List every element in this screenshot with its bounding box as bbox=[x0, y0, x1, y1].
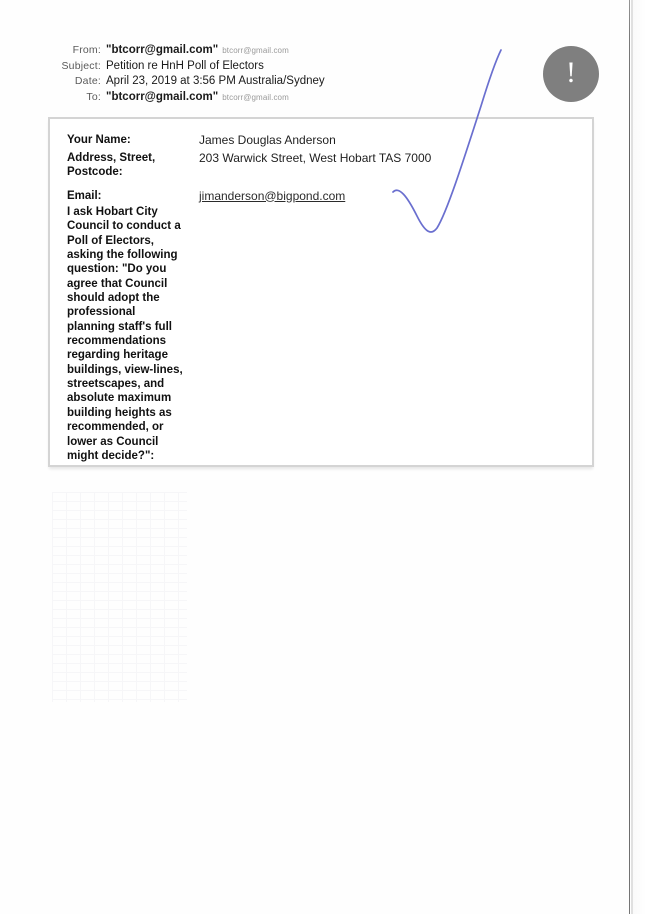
petition-form-content: Your Name: James Douglas Anderson Addres… bbox=[67, 133, 582, 463]
document-page: From: "btcorr@gmail.com" btcorr@gmail.co… bbox=[0, 0, 646, 914]
email-header-value-date: April 23, 2019 at 3:56 PM Australia/Sydn… bbox=[106, 75, 325, 87]
petition-line-10: regarding heritage bbox=[67, 349, 168, 362]
petition-line-0: I ask Hobart City bbox=[67, 206, 158, 218]
email-header-row-from: From: "btcorr@gmail.com" btcorr@gmail.co… bbox=[0, 44, 560, 60]
email-header-value-from: "btcorr@gmail.com" bbox=[106, 44, 219, 56]
petition-line-5: agree that Council bbox=[67, 277, 168, 290]
petition-line-6: should adopt the bbox=[67, 292, 160, 305]
petition-line-4: question: "Do you bbox=[67, 263, 167, 276]
email-header-subvalue-from: btcorr@gmail.com bbox=[222, 46, 289, 55]
page-right-edge bbox=[633, 0, 646, 914]
email-header-value-subject: Petition re HnH Poll of Electors bbox=[106, 59, 264, 72]
petition-question-text: I ask Hobart City Council to conduct a Pol… bbox=[67, 205, 199, 463]
email-header: From: "btcorr@gmail.com" btcorr@gmail.co… bbox=[0, 44, 560, 106]
field-label-address: Address, Street, Postcode: bbox=[67, 151, 199, 180]
petition-line-16: lower as Council bbox=[67, 435, 159, 448]
field-label-name: Your Name: bbox=[67, 134, 131, 146]
petition-line-7: professional bbox=[67, 306, 136, 319]
email-header-subvalue-to: btcorr@gmail.com bbox=[222, 92, 289, 102]
field-label-email: Email: bbox=[67, 189, 102, 202]
field-label-address-line2: Postcode: bbox=[67, 166, 123, 178]
petition-form-box: Your Name: James Douglas Anderson Addres… bbox=[48, 117, 594, 467]
petition-line-2: Poll of Electors, bbox=[67, 234, 154, 247]
petition-line-3: asking the following bbox=[67, 249, 178, 262]
email-header-label-from: From: bbox=[72, 44, 101, 56]
petition-line-12: streetscapes, and bbox=[67, 378, 165, 391]
petition-line-8: planning staff's full bbox=[67, 320, 172, 333]
email-header-label-subject: Subject: bbox=[61, 59, 101, 72]
email-header-value-to: "btcorr@gmail.com" bbox=[106, 90, 219, 103]
field-row-address: Address, Street, Postcode: 203 Warwick S… bbox=[67, 151, 582, 180]
email-header-row-to: To: "btcorr@gmail.com" btcorr@gmail.com bbox=[0, 91, 560, 107]
petition-line-1: Council to conduct a bbox=[67, 220, 181, 233]
field-label-address-line1: Address, Street, bbox=[67, 151, 156, 164]
scan-ghost-artifact bbox=[52, 492, 187, 702]
field-row-name: Your Name: James Douglas Anderson bbox=[67, 133, 582, 148]
field-value-address: 203 Warwick Street, West Hobart TAS 7000 bbox=[199, 150, 432, 165]
field-row-email: Email: jimanderson@bigpond.com bbox=[67, 189, 582, 204]
email-header-label-date: Date: bbox=[74, 75, 101, 87]
exclamation-glyph: ! bbox=[566, 56, 576, 89]
email-header-row-date: Date: April 23, 2019 at 3:56 PM Australi… bbox=[0, 75, 560, 91]
petition-line-13: absolute maximum bbox=[67, 392, 172, 405]
email-header-label-to: To: bbox=[86, 90, 101, 103]
petition-line-9: recommendations bbox=[67, 335, 167, 348]
petition-line-11: buildings, view-lines, bbox=[67, 363, 183, 376]
email-header-row-subject: Subject: Petition re HnH Poll of Elector… bbox=[0, 60, 560, 76]
petition-line-17: might decide?": bbox=[67, 449, 155, 462]
scan-line-artifact bbox=[629, 0, 631, 914]
petition-line-14: building heights as bbox=[67, 406, 172, 419]
field-value-email[interactable]: jimanderson@bigpond.com bbox=[199, 189, 345, 204]
field-value-name: James Douglas Anderson bbox=[199, 133, 336, 147]
exclamation-icon: ! bbox=[543, 46, 599, 102]
petition-line-15: recommended, or bbox=[67, 421, 164, 434]
